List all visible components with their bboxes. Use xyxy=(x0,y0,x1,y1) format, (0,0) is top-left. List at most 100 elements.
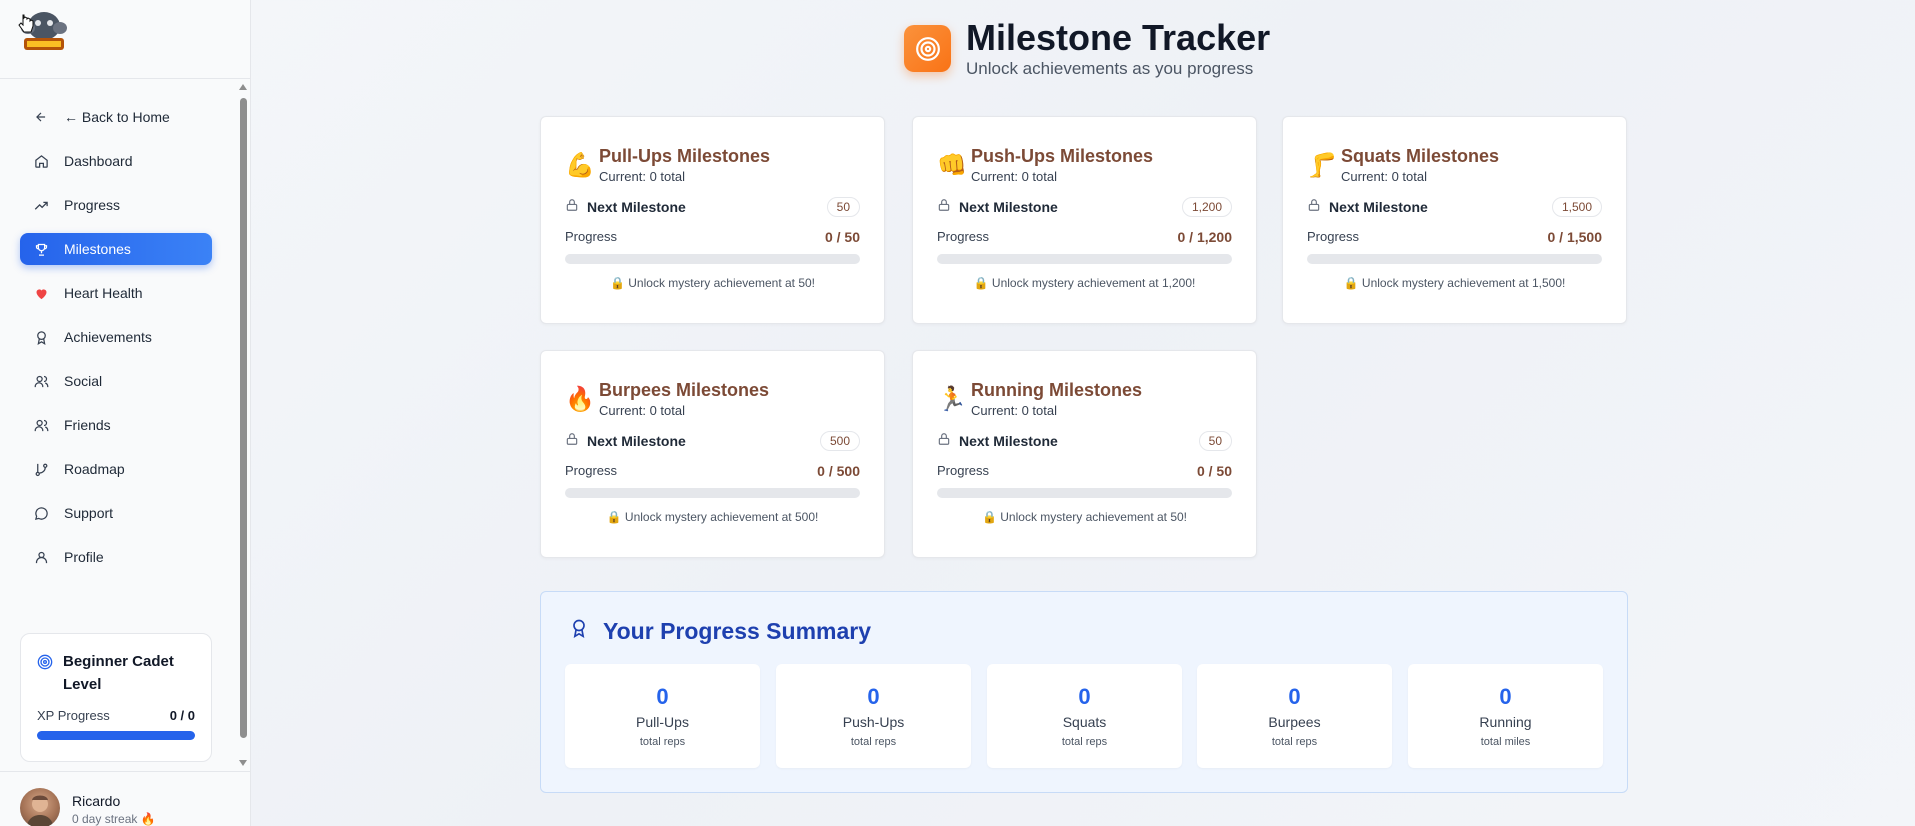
next-milestone-badge: 1,500 xyxy=(1551,197,1602,217)
sidebar-item-label: Roadmap xyxy=(64,461,125,477)
progress-value: 0 / 1,200 xyxy=(1177,229,1233,245)
cursor-hand-icon xyxy=(18,14,34,39)
heart-icon xyxy=(33,285,49,301)
stat-label: Squats xyxy=(1062,714,1107,730)
card-title: Burpees Milestones xyxy=(599,380,770,400)
user-area[interactable]: Ricardo 0 day streak 🔥 xyxy=(0,771,251,826)
sidebar-item-progress[interactable]: Progress xyxy=(20,189,212,221)
card-current: Current: 0 total xyxy=(599,169,685,184)
fire-icon: 🔥 xyxy=(565,386,595,413)
next-milestone-label: Next Milestone xyxy=(959,433,1058,449)
progress-value: 0 / 500 xyxy=(817,463,860,479)
progress-label: Progress xyxy=(937,229,990,244)
page-subtitle: Unlock achievements as you progress xyxy=(966,59,1254,78)
home-icon xyxy=(33,153,49,169)
progress-label: Progress xyxy=(1307,229,1360,244)
xp-label: XP Progress xyxy=(37,708,110,723)
sidebar-item-support[interactable]: Support xyxy=(20,497,212,529)
xp-row: XP Progress 0 / 0 xyxy=(37,708,195,723)
summary-stat-push-ups: 0 Push-Ups total reps xyxy=(776,664,971,768)
progress-value: 0 / 50 xyxy=(1196,463,1232,479)
stat-label: Running xyxy=(1479,714,1532,730)
level-card: Beginner Cadet Level XP Progress 0 / 0 xyxy=(20,633,212,762)
lock-icon xyxy=(937,198,951,217)
card-title: Squats Milestones xyxy=(1341,146,1500,166)
stat-unit: total reps xyxy=(850,736,897,748)
summary-stat-pull-ups: 0 Pull-Ups total reps xyxy=(565,664,760,768)
stat-label: Push-Ups xyxy=(842,714,905,730)
unlock-message: 🔒 Unlock mystery achievement at 1,500! xyxy=(1343,276,1566,290)
target-icon xyxy=(37,654,53,677)
progress-value: 0 / 1,500 xyxy=(1547,229,1603,245)
user-icon xyxy=(33,549,49,565)
progress-bar xyxy=(565,254,860,264)
arrow-left-icon xyxy=(33,109,49,125)
progress-label: Progress xyxy=(937,463,990,478)
unlock-message: 🔒 Unlock mystery achievement at 50! xyxy=(981,510,1188,524)
next-milestone-label: Next Milestone xyxy=(959,199,1058,215)
lock-icon xyxy=(937,432,951,451)
sidebar-item-milestones[interactable]: Milestones xyxy=(20,233,212,265)
award-icon xyxy=(569,616,589,646)
award-icon xyxy=(33,329,49,345)
milestone-card-burpees: 🔥 Burpees Milestones Current: 0 total Ne… xyxy=(540,350,885,558)
milestone-card-push-ups: 👊 Push-Ups Milestones Current: 0 total N… xyxy=(912,116,1257,324)
avatar[interactable] xyxy=(20,788,60,826)
sidebar-item-dashboard[interactable]: Dashboard xyxy=(20,145,212,177)
scroll-thumb[interactable] xyxy=(240,98,247,738)
progress-bar xyxy=(937,254,1232,264)
sidebar-item-profile[interactable]: Profile xyxy=(20,541,212,573)
unlock-message: 🔒 Unlock mystery achievement at 500! xyxy=(606,510,819,524)
leg-icon: 🦵 xyxy=(1307,152,1337,179)
runner-icon: 🏃 xyxy=(937,386,967,413)
progress-value: 0 / 50 xyxy=(824,229,860,245)
sidebar-item-label: Achievements xyxy=(64,329,152,345)
git-branch-icon xyxy=(33,461,49,477)
next-milestone-badge: 1,200 xyxy=(1181,197,1232,217)
sidebar-item-social[interactable]: Social xyxy=(20,365,212,397)
xp-progress-bar xyxy=(37,731,195,740)
card-title: Pull-Ups Milestones xyxy=(599,146,771,166)
card-current: Current: 0 total xyxy=(971,403,1057,418)
summary-title-row: Your Progress Summary xyxy=(569,616,871,646)
sidebar-item-friends[interactable]: Friends xyxy=(20,409,212,441)
sidebar-item-heart-health[interactable]: Heart Health xyxy=(20,277,212,309)
level-title-row: Beginner Cadet Level xyxy=(37,650,195,696)
sidebar-item-achievements[interactable]: Achievements xyxy=(20,321,212,353)
flexed-arm-icon: 💪 xyxy=(565,152,595,179)
card-current: Current: 0 total xyxy=(1341,169,1427,184)
lock-icon xyxy=(1307,198,1321,217)
card-title: Push-Ups Milestones xyxy=(971,146,1154,166)
stat-unit: total miles xyxy=(1480,736,1531,748)
sidebar-item-back-home[interactable]: ← Back to Home xyxy=(20,101,212,133)
trending-up-icon xyxy=(33,197,49,213)
stat-value: 0 xyxy=(867,684,880,709)
level-title: Beginner Cadet Level xyxy=(63,653,174,693)
summary-stat-running: 0 Running total miles xyxy=(1408,664,1603,768)
progress-summary: Your Progress Summary 0 Pull-Ups total r… xyxy=(540,591,1628,793)
sidebar-item-label: Milestones xyxy=(64,241,131,257)
milestone-card-running: 🏃 Running Milestones Current: 0 total Ne… xyxy=(912,350,1257,558)
sidebar: ← Back to Home Dashboard Progress Milest… xyxy=(0,0,251,826)
sidebar-item-label: Support xyxy=(64,505,114,521)
progress-label: Progress xyxy=(565,229,618,244)
sidebar-item-roadmap[interactable]: Roadmap xyxy=(20,453,212,485)
scroll-down-arrow-icon[interactable] xyxy=(239,760,247,766)
progress-bar xyxy=(937,488,1232,498)
unlock-message: 🔒 Unlock mystery achievement at 1,200! xyxy=(973,276,1196,290)
user-streak: 0 day streak 🔥 xyxy=(72,812,156,826)
sidebar-nav: ← Back to Home Dashboard Progress Milest… xyxy=(20,101,212,585)
scroll-up-arrow-icon[interactable] xyxy=(239,84,247,90)
next-milestone-badge: 50 xyxy=(826,197,860,217)
users-icon xyxy=(33,373,49,389)
stat-value: 0 xyxy=(1078,684,1091,709)
stat-unit: total reps xyxy=(1271,736,1318,748)
next-milestone-label: Next Milestone xyxy=(1329,199,1428,215)
summary-stat-squats: 0 Squats total reps xyxy=(987,664,1182,768)
message-circle-icon xyxy=(33,505,49,521)
sidebar-item-label: Friends xyxy=(64,417,111,433)
stat-unit: total reps xyxy=(1061,736,1108,748)
sidebar-scrollbar[interactable] xyxy=(238,82,249,768)
next-milestone-badge: 50 xyxy=(1198,431,1232,451)
sidebar-item-label: Heart Health xyxy=(64,285,143,301)
